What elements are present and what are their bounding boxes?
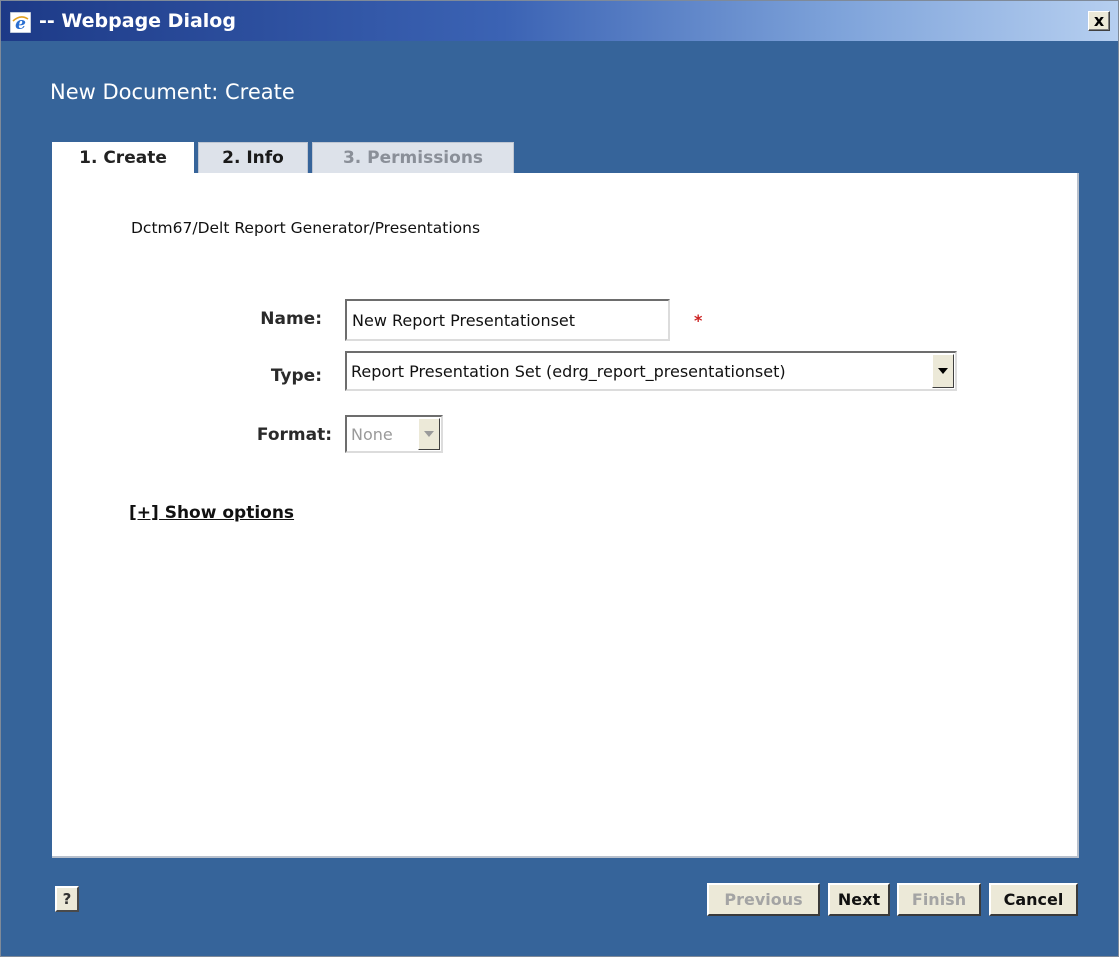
name-input[interactable] xyxy=(345,299,670,341)
help-icon: ? xyxy=(62,890,72,908)
next-button[interactable]: Next xyxy=(828,883,890,916)
tab-content-panel: Dctm67/Delt Report Generator/Presentatio… xyxy=(52,173,1079,858)
dialog-heading: New Document: Create xyxy=(50,80,295,104)
title-bar: e -- Webpage Dialog x xyxy=(1,1,1118,41)
type-select-value: Report Presentation Set (edrg_report_pre… xyxy=(351,361,786,381)
format-select: None xyxy=(345,415,443,453)
chevron-down-icon xyxy=(418,418,440,450)
cancel-button[interactable]: Cancel xyxy=(989,883,1078,916)
chevron-down-icon[interactable] xyxy=(932,354,954,388)
webpage-dialog-window: e -- Webpage Dialog x New Document: Crea… xyxy=(0,0,1119,957)
tab-info[interactable]: 2. Info xyxy=(198,142,308,173)
required-marker: * xyxy=(694,311,703,330)
tab-create[interactable]: 1. Create xyxy=(52,142,194,175)
format-select-value: None xyxy=(351,424,393,444)
show-options-link[interactable]: [+] Show options xyxy=(129,503,294,523)
type-label: Type: xyxy=(270,366,322,386)
help-button[interactable]: ? xyxy=(55,886,79,912)
close-icon: x xyxy=(1093,11,1105,30)
name-label: Name: xyxy=(260,309,322,329)
finish-button: Finish xyxy=(897,883,981,916)
previous-button: Previous xyxy=(707,883,820,916)
internet-explorer-icon: e xyxy=(9,11,32,34)
window-title: -- Webpage Dialog xyxy=(39,10,236,32)
close-button[interactable]: x xyxy=(1088,11,1110,31)
folder-path: Dctm67/Delt Report Generator/Presentatio… xyxy=(131,219,481,237)
tab-permissions: 3. Permissions xyxy=(312,142,514,173)
format-label: Format: xyxy=(256,425,332,445)
type-select[interactable]: Report Presentation Set (edrg_report_pre… xyxy=(345,351,957,391)
